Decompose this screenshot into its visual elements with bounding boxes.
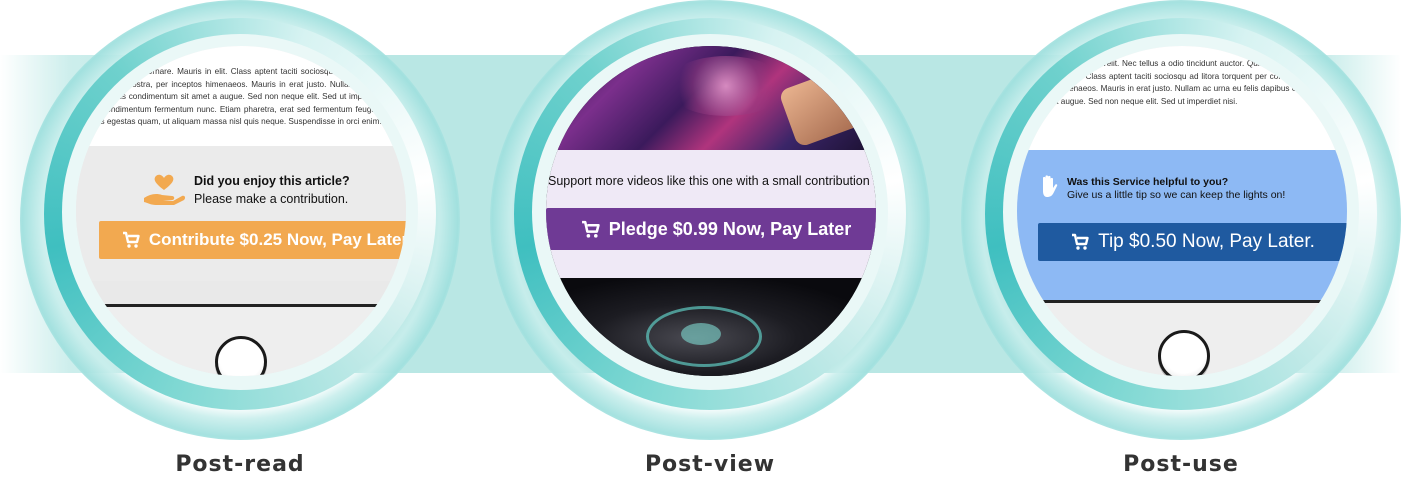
post-read-phone-screen: tincidunt auctor a ornare. Mauris in eli… [76,46,406,376]
post-use-lens: Maecenas a sit amet velit. Nec tellus a … [961,0,1401,440]
cart-icon [122,231,140,248]
tip-button-label: Tip $0.50 Now, Pay Later. [1098,231,1315,252]
caption-post-read: Post-read [175,452,305,477]
prompt-subtitle: Give us a little tip so we can keep the … [1067,189,1286,201]
post-view-lens: Support more videos like this one with a… [490,0,930,440]
prompt-title: Was this Service helpful to you? [1067,176,1229,188]
contribute-button[interactable]: Contribute $0.25 Now, Pay Later [99,221,406,259]
pledge-button[interactable]: Pledge $0.99 Now, Pay Later [546,208,876,250]
article-text-block: tincidunt auctor a ornare. Mauris in eli… [76,46,406,146]
cart-icon [581,220,600,238]
video-frame-top [546,46,876,150]
post-view-phone-screen: Support more videos like this one with a… [546,46,876,376]
cart-icon [1072,233,1089,250]
caption-post-use: Post-use [1123,452,1239,477]
raised-hand-icon [1039,174,1059,203]
contribution-strip: Did you enjoy this article? Please make … [76,146,406,281]
heart-hand-icon [142,172,186,211]
tip-button[interactable]: Tip $0.50 Now, Pay Later. [1038,223,1347,261]
prompt-title: Did you enjoy this article? [194,174,350,188]
post-use-phone-screen: Maecenas a sit amet velit. Nec tellus a … [1017,46,1347,376]
home-button[interactable] [1158,330,1210,376]
pledge-button-label: Pledge $0.99 Now, Pay Later [608,218,852,239]
contribute-button-label: Contribute $0.25 Now, Pay Later [148,230,406,249]
caption-post-view: Post-view [644,452,776,477]
article-text: Maecenas a sit amet velit. Nec tellus a … [1023,59,1341,106]
tip-strip: Was this Service helpful to you? Give us… [1017,150,1347,300]
pledge-strip: Support more videos like this one with a… [546,150,876,278]
article-text: tincidunt auctor a ornare. Mauris in eli… [80,67,400,126]
post-read-lens: tincidunt auctor a ornare. Mauris in eli… [20,0,460,440]
prompt-subtitle: Please make a contribution. [194,192,349,206]
prompt-text: Support more videos like this one with a… [548,174,870,188]
article-text-block: Maecenas a sit amet velit. Nec tellus a … [1017,46,1347,150]
video-frame-bottom [546,278,876,376]
